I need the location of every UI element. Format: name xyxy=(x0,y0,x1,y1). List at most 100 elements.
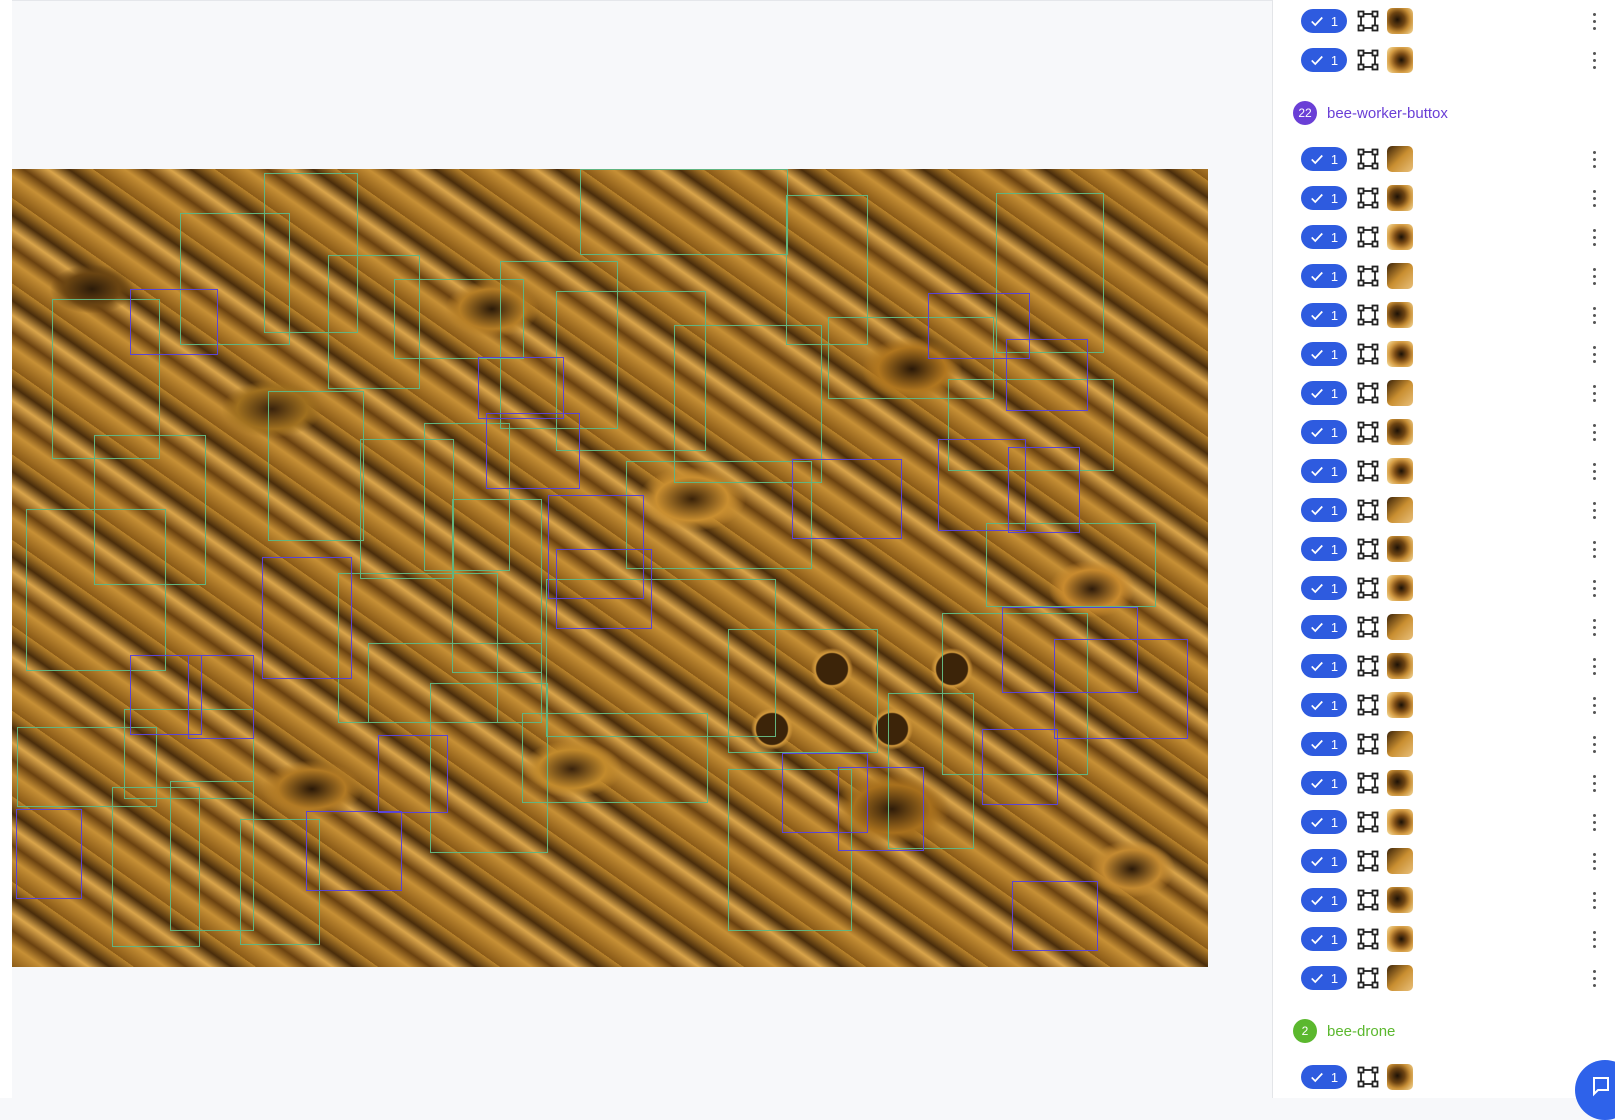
more-vertical-icon[interactable] xyxy=(1588,929,1600,949)
annotation-thumbnail[interactable] xyxy=(1387,770,1413,796)
annotation-thumbnail[interactable] xyxy=(1387,185,1413,211)
verify-button[interactable]: 1 xyxy=(1301,888,1347,912)
annotation-thumbnail[interactable] xyxy=(1387,380,1413,406)
bounding-box[interactable] xyxy=(262,557,352,679)
annotation-thumbnail[interactable] xyxy=(1387,848,1413,874)
annotation-thumbnail[interactable] xyxy=(1387,536,1413,562)
annotation-row[interactable]: 1 xyxy=(1273,569,1615,607)
verify-button[interactable]: 1 xyxy=(1301,264,1347,288)
more-vertical-icon[interactable] xyxy=(1588,773,1600,793)
bounding-box[interactable] xyxy=(1008,447,1080,533)
annotation-row[interactable]: 1 xyxy=(1273,452,1615,490)
verify-button[interactable]: 1 xyxy=(1301,615,1347,639)
bounding-box[interactable] xyxy=(486,413,580,489)
more-vertical-icon[interactable] xyxy=(1588,383,1600,403)
label-group-header[interactable]: 22 bee-worker-buttox xyxy=(1293,100,1448,126)
more-vertical-icon[interactable] xyxy=(1588,851,1600,871)
annotation-thumbnail[interactable] xyxy=(1387,47,1413,73)
bounding-box[interactable] xyxy=(986,523,1156,607)
annotation-row[interactable]: 1 xyxy=(1273,218,1615,256)
verify-button[interactable]: 1 xyxy=(1301,48,1347,72)
more-vertical-icon[interactable] xyxy=(1588,539,1600,559)
annotation-row[interactable]: 1 xyxy=(1273,41,1615,79)
annotation-row[interactable]: 1 xyxy=(1273,881,1615,919)
annotation-row[interactable]: 1 xyxy=(1273,179,1615,217)
verify-button[interactable]: 1 xyxy=(1301,420,1347,444)
more-vertical-icon[interactable] xyxy=(1588,422,1600,442)
annotation-thumbnail[interactable] xyxy=(1387,965,1413,991)
annotation-row[interactable]: 1 xyxy=(1273,803,1615,841)
bounding-box[interactable] xyxy=(522,713,708,803)
more-vertical-icon[interactable] xyxy=(1588,149,1600,169)
label-group-header[interactable]: 2 bee-drone xyxy=(1293,1018,1395,1044)
annotation-row[interactable]: 1 xyxy=(1273,842,1615,880)
annotation-row[interactable]: 1 xyxy=(1273,296,1615,334)
annotation-thumbnail[interactable] xyxy=(1387,887,1413,913)
annotation-thumbnail[interactable] xyxy=(1387,341,1413,367)
bounding-box[interactable] xyxy=(1054,639,1188,739)
more-vertical-icon[interactable] xyxy=(1588,812,1600,832)
verify-button[interactable]: 1 xyxy=(1301,186,1347,210)
annotation-thumbnail[interactable] xyxy=(1387,458,1413,484)
bounding-box[interactable] xyxy=(626,461,812,569)
annotation-thumbnail[interactable] xyxy=(1387,419,1413,445)
verify-button[interactable]: 1 xyxy=(1301,459,1347,483)
more-vertical-icon[interactable] xyxy=(1588,695,1600,715)
more-vertical-icon[interactable] xyxy=(1588,617,1600,637)
annotation-row[interactable]: 1 xyxy=(1273,374,1615,412)
annotation-thumbnail[interactable] xyxy=(1387,8,1413,34)
annotation-thumbnail[interactable] xyxy=(1387,692,1413,718)
annotation-row[interactable]: 1 xyxy=(1273,725,1615,763)
more-vertical-icon[interactable] xyxy=(1588,656,1600,676)
annotation-thumbnail[interactable] xyxy=(1387,809,1413,835)
verify-button[interactable]: 1 xyxy=(1301,498,1347,522)
annotation-thumbnail[interactable] xyxy=(1387,614,1413,640)
more-vertical-icon[interactable] xyxy=(1588,500,1600,520)
annotation-row[interactable]: 1 xyxy=(1273,491,1615,529)
verify-button[interactable]: 1 xyxy=(1301,654,1347,678)
bounding-box[interactable] xyxy=(452,499,542,673)
more-vertical-icon[interactable] xyxy=(1588,227,1600,247)
more-vertical-icon[interactable] xyxy=(1588,266,1600,286)
verify-button[interactable]: 1 xyxy=(1301,810,1347,834)
verify-button[interactable]: 1 xyxy=(1301,927,1347,951)
verify-button[interactable]: 1 xyxy=(1301,225,1347,249)
annotation-row[interactable]: 1 xyxy=(1273,764,1615,802)
more-vertical-icon[interactable] xyxy=(1588,461,1600,481)
bounding-box[interactable] xyxy=(378,735,448,813)
bounding-box[interactable] xyxy=(130,289,218,355)
verify-button[interactable]: 1 xyxy=(1301,771,1347,795)
verify-button[interactable]: 1 xyxy=(1301,576,1347,600)
bounding-box[interactable] xyxy=(306,811,402,891)
annotation-row[interactable]: 1 xyxy=(1273,608,1615,646)
more-vertical-icon[interactable] xyxy=(1588,734,1600,754)
annotation-thumbnail[interactable] xyxy=(1387,302,1413,328)
bounding-box[interactable] xyxy=(580,169,788,255)
annotation-row[interactable]: 1 xyxy=(1273,530,1615,568)
bounding-box[interactable] xyxy=(26,509,166,671)
more-vertical-icon[interactable] xyxy=(1588,968,1600,988)
annotation-row[interactable]: 1 xyxy=(1273,140,1615,178)
more-vertical-icon[interactable] xyxy=(1588,578,1600,598)
annotation-thumbnail[interactable] xyxy=(1387,575,1413,601)
annotation-thumbnail[interactable] xyxy=(1387,653,1413,679)
more-vertical-icon[interactable] xyxy=(1588,344,1600,364)
annotation-row[interactable]: 1 xyxy=(1273,920,1615,958)
more-vertical-icon[interactable] xyxy=(1588,890,1600,910)
bounding-box[interactable] xyxy=(838,767,924,851)
annotation-row[interactable]: 1 xyxy=(1273,959,1615,997)
bounding-box[interactable] xyxy=(16,809,82,899)
annotation-thumbnail[interactable] xyxy=(1387,731,1413,757)
annotation-row[interactable]: 1 xyxy=(1273,413,1615,451)
bounding-box[interactable] xyxy=(1012,881,1098,951)
verify-button[interactable]: 1 xyxy=(1301,303,1347,327)
annotation-thumbnail[interactable] xyxy=(1387,1064,1413,1090)
annotation-row[interactable]: 1 xyxy=(1273,2,1615,40)
bounding-box[interactable] xyxy=(268,391,364,541)
bounding-box[interactable] xyxy=(1006,339,1088,411)
verify-button[interactable]: 1 xyxy=(1301,147,1347,171)
more-vertical-icon[interactable] xyxy=(1588,50,1600,70)
annotated-image[interactable] xyxy=(12,169,1208,967)
more-vertical-icon[interactable] xyxy=(1588,11,1600,31)
verify-button[interactable]: 1 xyxy=(1301,381,1347,405)
